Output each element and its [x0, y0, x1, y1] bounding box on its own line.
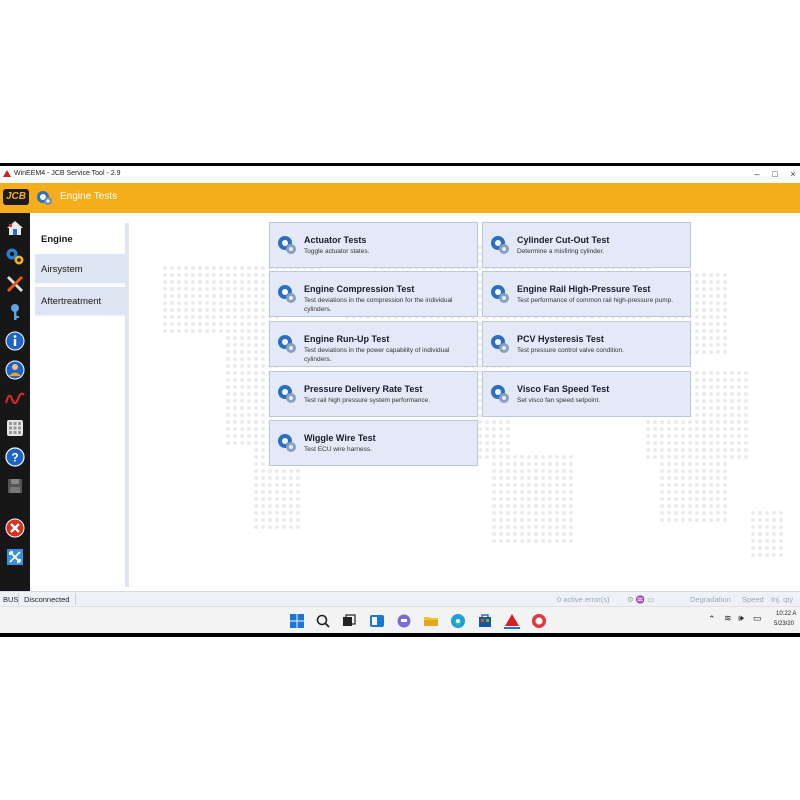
wineem-taskbar-icon[interactable]	[504, 613, 520, 629]
test-gear-icon	[491, 285, 509, 303]
test-gear-icon	[278, 434, 296, 452]
test-gear-icon	[491, 236, 509, 254]
tools-icon[interactable]	[5, 274, 25, 294]
test-title: Actuator Tests	[304, 235, 367, 245]
clock-date[interactable]: 5/23/20	[774, 621, 794, 627]
test-description: Determine a misfiring cylinder.	[517, 248, 605, 255]
test-tile-pcv-hysteresis[interactable]: PCV Hysteresis Test Test pressure contro…	[482, 321, 691, 367]
test-description: Test rail high pressure system performan…	[304, 397, 431, 404]
clock-time[interactable]: 10:22 A	[776, 611, 796, 617]
test-title: Pressure Delivery Rate Test	[304, 384, 423, 394]
test-tile-cylinder-cut-out[interactable]: Cylinder Cut-Out Test Determine a misfir…	[482, 222, 691, 268]
test-gear-icon	[278, 285, 296, 303]
screen-frame: WinEEM4 - JCB Service Tool - 2.9 – □ × J…	[0, 163, 800, 637]
test-tile-engine-rail-high-pressure[interactable]: Engine Rail High-Pressure Test Test perf…	[482, 271, 691, 317]
test-title: Visco Fan Speed Test	[517, 384, 610, 394]
test-title: Engine Run-Up Test	[304, 334, 390, 344]
test-description: Test ECU wire harness.	[304, 446, 372, 453]
search-icon[interactable]	[315, 613, 331, 629]
keypad-icon[interactable]	[5, 418, 25, 438]
test-title: Cylinder Cut-Out Test	[517, 235, 610, 245]
exit-icon[interactable]	[5, 518, 25, 538]
page-header: JCB Engine Tests	[0, 183, 800, 213]
file-explorer-icon[interactable]	[423, 613, 439, 629]
category-engine[interactable]: Engine	[35, 225, 125, 255]
test-tile-engine-compression[interactable]: Engine Compression Test Test deviations …	[269, 271, 478, 317]
test-title: Engine Rail High-Pressure Test	[517, 284, 651, 294]
tray-overflow-icon[interactable]: ⌃	[708, 614, 716, 625]
key-icon[interactable]	[5, 302, 25, 322]
settings-gears-icon[interactable]	[5, 246, 25, 266]
save-icon[interactable]	[5, 476, 25, 496]
test-title: Engine Compression Test	[304, 284, 415, 294]
close-window-button[interactable]: ×	[786, 168, 800, 180]
test-description: Test pressure control valve condition.	[517, 347, 624, 354]
tool-rail: ?	[0, 213, 30, 591]
jcb-logo: JCB	[3, 189, 29, 205]
app-window: WinEEM4 - JCB Service Tool - 2.9 – □ × J…	[0, 166, 800, 633]
widgets-icon[interactable]	[369, 613, 385, 629]
windows-start-icon[interactable]	[289, 613, 305, 629]
test-title: Wiggle Wire Test	[304, 433, 376, 443]
maximize-button[interactable]: □	[768, 168, 782, 180]
status-icons: ⚙ ♒ ▭	[627, 595, 655, 604]
inj-qty-indicator: Inj. qty	[771, 595, 794, 604]
test-description: Set visco fan speed setpoint.	[517, 397, 601, 404]
test-tile-visco-fan-speed[interactable]: Visco Fan Speed Test Set visco fan speed…	[482, 371, 691, 417]
test-gear-icon	[278, 385, 296, 403]
test-gear-icon	[278, 236, 296, 254]
servicemaster-taskbar-icon[interactable]	[531, 613, 547, 629]
user-info-icon[interactable]	[5, 360, 25, 380]
volume-icon[interactable]: 🕪	[738, 613, 744, 624]
minimize-button[interactable]: –	[750, 168, 764, 180]
degradation-indicator: Degradation	[690, 595, 731, 604]
speed-indicator: Speed	[742, 595, 764, 604]
task-view-icon[interactable]	[341, 613, 357, 629]
window-title: WinEEM4 - JCB Service Tool - 2.9	[14, 170, 121, 177]
test-tile-wiggle-wire[interactable]: Wiggle Wire Test Test ECU wire harness.	[269, 420, 478, 466]
help-icon[interactable]: ?	[5, 447, 25, 467]
title-bar: WinEEM4 - JCB Service Tool - 2.9 – □ ×	[0, 166, 800, 183]
home-icon[interactable]	[5, 218, 25, 238]
chat-icon[interactable]	[396, 613, 412, 629]
test-description: Test deviations in the compression for t…	[304, 297, 453, 313]
test-gear-icon	[278, 335, 296, 353]
test-panel: Actuator Tests Toggle actuator states. C…	[131, 213, 800, 589]
engine-test-icon	[37, 191, 52, 205]
waveform-icon[interactable]	[5, 389, 25, 409]
test-description: Test performance of common rail high-pre…	[517, 297, 674, 304]
category-airsystem[interactable]: Airsystem	[35, 255, 125, 285]
info-icon[interactable]	[5, 331, 25, 351]
wifi-icon[interactable]: ≋	[724, 613, 732, 624]
test-description: Toggle actuator states.	[304, 248, 370, 255]
page-title: Engine Tests	[60, 191, 118, 202]
connection-status: Disconnected	[18, 593, 77, 605]
store-icon[interactable]	[477, 613, 493, 629]
test-tile-engine-run-up[interactable]: Engine Run-Up Test Test deviations in th…	[269, 321, 478, 367]
test-title: PCV Hysteresis Test	[517, 334, 604, 344]
category-sidebar: Engine Airsystem Aftertreatment	[30, 213, 130, 589]
windows-taskbar: ⌃ ≋ 🕪 ▭ 10:22 A 5/23/20	[0, 606, 800, 633]
test-gear-icon	[491, 335, 509, 353]
test-description: Test deviations in the power capability …	[304, 347, 450, 363]
status-bar: BUS Disconnected 0 active error(s) ⚙ ♒ ▭…	[0, 591, 800, 607]
category-scrollbar[interactable]	[125, 223, 129, 587]
test-gear-icon	[491, 385, 509, 403]
test-tile-pressure-delivery-rate[interactable]: Pressure Delivery Rate Test Test rail hi…	[269, 371, 478, 417]
battery-icon[interactable]: ▭	[753, 613, 762, 624]
active-errors-indicator: 0 active error(s)	[557, 595, 610, 604]
app-logo-icon	[3, 170, 11, 177]
bus-label: BUS	[3, 595, 19, 604]
fullscreen-icon[interactable]	[5, 547, 25, 567]
edge-browser-icon[interactable]	[450, 613, 466, 629]
svg-text:?: ?	[11, 451, 18, 465]
category-aftertreatment[interactable]: Aftertreatment	[35, 287, 125, 317]
test-tile-actuator[interactable]: Actuator Tests Toggle actuator states.	[269, 222, 478, 268]
